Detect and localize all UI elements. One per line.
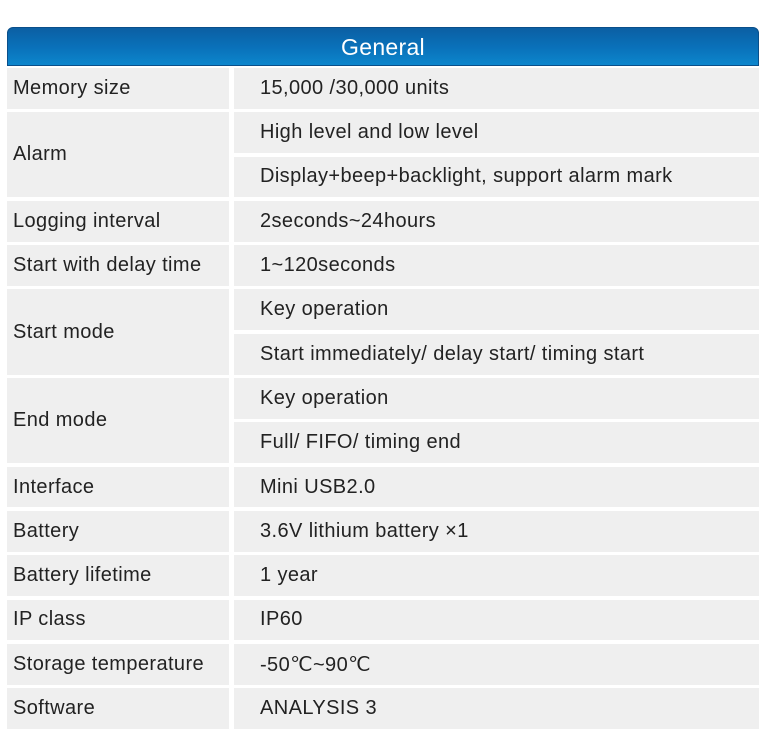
spec-label: Battery lifetime <box>7 555 229 597</box>
spec-values: Mini USB2.0 <box>234 466 759 508</box>
spec-value: ANALYSIS 3 <box>234 688 759 729</box>
spec-value: -50℃~90℃ <box>234 643 759 685</box>
spec-values: ANALYSIS 3 <box>234 688 759 729</box>
spec-row: Start with delay time 1~120seconds <box>7 245 759 286</box>
spec-value: Key operation <box>234 289 759 331</box>
spec-values: 1 year <box>234 555 759 597</box>
spec-label: End mode <box>7 378 229 464</box>
spec-label: Start with delay time <box>7 245 229 286</box>
spec-row: Alarm High level and low level Display+bee… <box>7 112 759 198</box>
spec-value: 1 year <box>234 555 759 597</box>
spec-values: 2seconds~24hours <box>234 200 759 242</box>
spec-value: Full/ FIFO/ timing end <box>234 422 759 464</box>
spec-row: Battery lifetime 1 year <box>7 555 759 597</box>
spec-row: Software ANALYSIS 3 <box>7 688 759 729</box>
spec-values: IP60 <box>234 599 759 641</box>
spec-label: Software <box>7 688 229 729</box>
spec-value: Start immediately/ delay start/ timing s… <box>234 333 759 375</box>
spec-row: Start mode Key operation Start immediately… <box>7 289 759 375</box>
spec-row: Storage temperature -50℃~90℃ <box>7 643 759 685</box>
spec-values: -50℃~90℃ <box>234 643 759 685</box>
spec-label: Alarm <box>7 112 229 198</box>
spec-value: IP60 <box>234 599 759 641</box>
section-header: General <box>7 27 759 66</box>
spec-row: Battery 3.6V lithium battery ×1 <box>7 510 759 552</box>
spec-row: IP class IP60 <box>7 599 759 641</box>
spec-value: 15,000 /30,000 units <box>234 68 759 109</box>
spec-values: Key operation Start immediately/ delay st… <box>234 289 759 375</box>
spec-row: Memory size 15,000 /30,000 units <box>7 68 759 109</box>
spec-values: 1~120seconds <box>234 245 759 286</box>
spec-label: IP class <box>7 599 229 641</box>
spec-values: 3.6V lithium battery ×1 <box>234 510 759 552</box>
spec-label: Battery <box>7 510 229 552</box>
spec-value: High level and low level <box>234 112 759 154</box>
spec-value: 2seconds~24hours <box>234 200 759 242</box>
spec-label: Storage temperature <box>7 643 229 685</box>
spec-value: 3.6V lithium battery ×1 <box>234 510 759 552</box>
spec-label: Memory size <box>7 68 229 109</box>
spec-row: Interface Mini USB2.0 <box>7 466 759 508</box>
spec-values: High level and low level Display+beep+bac… <box>234 112 759 198</box>
spec-label: Start mode <box>7 289 229 375</box>
spec-label: Interface <box>7 466 229 508</box>
spec-value: 1~120seconds <box>234 245 759 286</box>
spec-values: Key operation Full/ FIFO/ timing end <box>234 378 759 464</box>
spec-row: End mode Key operation Full/ FIFO/ timing … <box>7 378 759 464</box>
spec-value: Mini USB2.0 <box>234 466 759 508</box>
spec-value: Key operation <box>234 378 759 419</box>
spec-value: Display+beep+backlight, support alarm ma… <box>234 156 759 198</box>
spec-row: Logging interval 2seconds~24hours <box>7 200 759 242</box>
spec-values: 15,000 /30,000 units <box>234 68 759 109</box>
spec-table: Memory size 15,000 /30,000 units Alarm High… <box>7 68 759 729</box>
spec-label: Logging interval <box>7 200 229 242</box>
